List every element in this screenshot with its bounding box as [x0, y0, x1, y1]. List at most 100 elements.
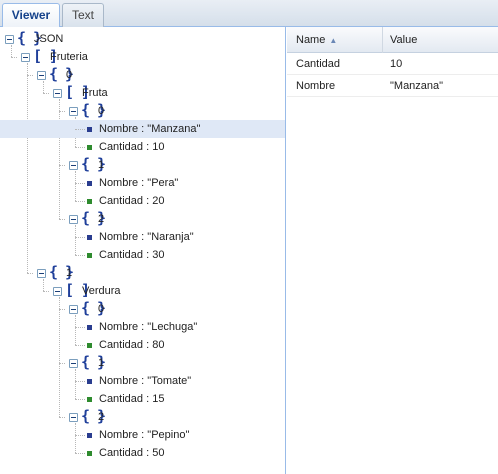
tree-leaf[interactable]: Nombre : "Pepino" [0, 426, 285, 444]
tree-leaf[interactable]: Nombre : "Lechuga" [0, 318, 285, 336]
tree-node-label: 2 [98, 213, 105, 225]
collapse-toggle-icon[interactable] [5, 35, 14, 44]
tree-node[interactable]: { } 2 [0, 408, 285, 426]
tree-leaf-label: Cantidad : 50 [99, 447, 165, 459]
name-header-label: Name [296, 34, 326, 46]
tree-leaf[interactable]: Cantidad : 10 [0, 138, 285, 156]
tree-node[interactable]: { } 0 [0, 102, 285, 120]
tree-connector [75, 237, 85, 238]
tree-node[interactable]: { } 0 [0, 66, 285, 84]
collapse-toggle-icon[interactable] [69, 305, 78, 314]
tree-leaf-label: Nombre : "Pepino" [99, 429, 190, 441]
grid-row[interactable]: Cantidad 10 [287, 53, 498, 75]
tree-connector [75, 147, 85, 148]
tree-node[interactable]: { } 1 [0, 354, 285, 372]
collapse-toggle-icon[interactable] [53, 287, 62, 296]
tree-connector [59, 165, 65, 166]
tree-leaf-label: Nombre : "Pera" [99, 177, 179, 189]
tree-leaf[interactable]: Cantidad : 50 [0, 444, 285, 462]
tab-bar: Viewer Text [0, 0, 498, 28]
grid-cell-name: Nombre [296, 80, 336, 92]
tree-node[interactable]: [ ] Fruteria [0, 48, 285, 66]
name-column-header[interactable]: Name ▲ [287, 27, 383, 53]
tree-leaf-label: Nombre : "Tomate" [99, 375, 192, 387]
tree-node[interactable]: [ ] Verdura [0, 282, 285, 300]
tree-node-label: 0 [98, 303, 105, 315]
collapse-toggle-icon[interactable] [21, 53, 30, 62]
tree-leaf[interactable]: Cantidad : 20 [0, 192, 285, 210]
grid-cell-name: Cantidad [296, 58, 341, 70]
tree-connector [27, 75, 33, 76]
collapse-toggle-icon[interactable] [69, 413, 78, 422]
tree-connector [75, 255, 85, 256]
tree-connector [75, 381, 85, 382]
tree-leaf-label: Nombre : "Manzana" [99, 123, 201, 135]
string-value-icon [87, 235, 92, 240]
tree-leaf[interactable]: Nombre : "Tomate" [0, 372, 285, 390]
collapse-toggle-icon[interactable] [69, 215, 78, 224]
property-grid: Name ▲ Value Cantidad 10 Nombre "Manzana" [287, 27, 498, 474]
tree-node[interactable]: { } JSON [0, 30, 285, 48]
json-tree-panel: { } JSON[ ] Fruteria{ } 0[ ] Fruta{ } 0 Nombre… [0, 27, 286, 474]
tab-viewer[interactable]: Viewer [2, 3, 60, 28]
tree-node-label: Fruta [82, 87, 108, 99]
tree-connector [59, 363, 65, 364]
tree-connector [43, 291, 49, 292]
string-value-icon [87, 325, 92, 330]
sort-ascending-icon: ▲ [329, 36, 338, 45]
string-value-icon [87, 181, 92, 186]
tree-leaf[interactable]: Cantidad : 30 [0, 246, 285, 264]
tree-leaf[interactable]: Nombre : "Pera" [0, 174, 285, 192]
tree-leaf-label: Cantidad : 20 [99, 195, 165, 207]
collapse-toggle-icon[interactable] [53, 89, 62, 98]
tree-leaf-label: Nombre : "Naranja" [99, 231, 194, 243]
tree-node[interactable]: { } 1 [0, 156, 285, 174]
tree-node-label: 0 [98, 105, 105, 117]
tree-node[interactable]: [ ] Fruta [0, 84, 285, 102]
tree-node-label: Verdura [82, 285, 121, 297]
tree-leaf-label: Cantidad : 15 [99, 393, 165, 405]
tree-leaf[interactable]: Nombre : "Naranja" [0, 228, 285, 246]
tree-node[interactable]: { } 1 [0, 264, 285, 282]
tree-leaf-label: Nombre : "Lechuga" [99, 321, 198, 333]
tree-connector [11, 57, 17, 58]
string-value-icon [87, 127, 92, 132]
tree-node[interactable]: { } 2 [0, 210, 285, 228]
tree-connector [75, 453, 85, 454]
collapse-toggle-icon[interactable] [37, 71, 46, 80]
grid-row[interactable]: Nombre "Manzana" [287, 75, 498, 97]
tree-connector [75, 435, 85, 436]
tree-leaf-label: Cantidad : 80 [99, 339, 165, 351]
tree-connector [75, 399, 85, 400]
tab-text[interactable]: Text [62, 3, 104, 27]
tree-node-label: 1 [66, 267, 73, 279]
number-value-icon [87, 253, 92, 258]
tree-node-label: JSON [34, 33, 64, 45]
string-value-icon [87, 433, 92, 438]
tree-connector [75, 129, 85, 130]
tree-connector [59, 111, 65, 112]
value-column-header[interactable]: Value [384, 27, 498, 53]
collapse-toggle-icon[interactable] [69, 161, 78, 170]
grid-header: Name ▲ Value [287, 27, 498, 53]
tree-leaf[interactable]: Cantidad : 15 [0, 390, 285, 408]
collapse-toggle-icon[interactable] [69, 359, 78, 368]
tree-connector [75, 327, 85, 328]
collapse-toggle-icon[interactable] [69, 107, 78, 116]
tree-connector [59, 417, 65, 418]
number-value-icon [87, 397, 92, 402]
tree-node-label: 1 [98, 357, 105, 369]
grid-cell-value: "Manzana" [390, 80, 444, 92]
collapse-toggle-icon[interactable] [37, 269, 46, 278]
tree-connector [75, 201, 85, 202]
tree-connector [27, 273, 33, 274]
tree-node[interactable]: { } 0 [0, 300, 285, 318]
number-value-icon [87, 199, 92, 204]
tree-leaf[interactable]: Cantidad : 80 [0, 336, 285, 354]
tree-leaf-label: Cantidad : 10 [99, 141, 165, 153]
tree-connector [43, 93, 49, 94]
tree-leaf[interactable]: Nombre : "Manzana" [0, 120, 285, 138]
tree-connector [59, 219, 65, 220]
number-value-icon [87, 343, 92, 348]
tree-node-label: 0 [66, 69, 73, 81]
